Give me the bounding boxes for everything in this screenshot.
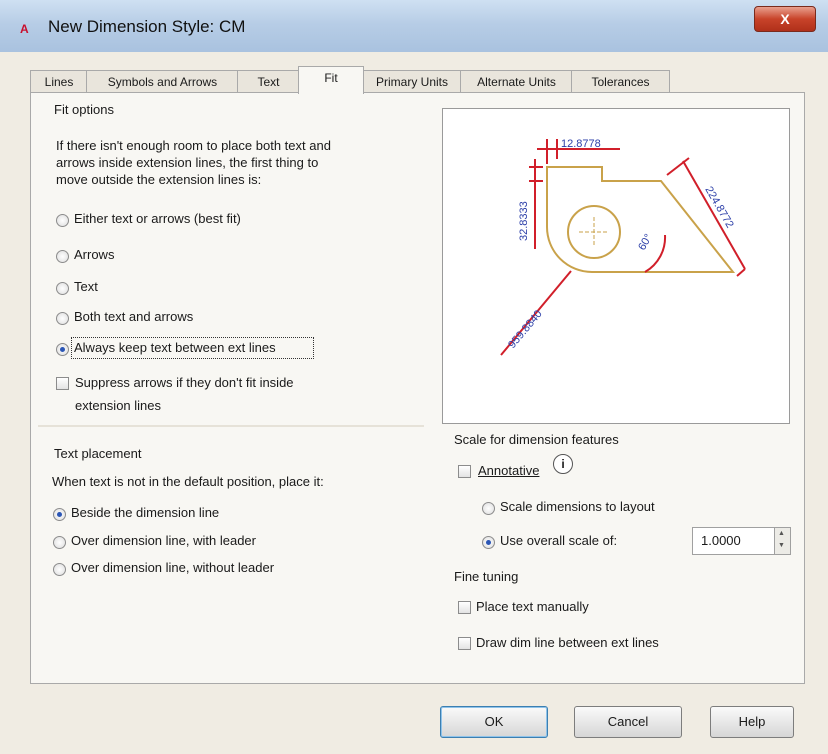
- ok-button[interactable]: OK: [440, 706, 548, 738]
- label-over-with-leader: Over dimension line, with leader: [71, 533, 256, 548]
- label-place-text-manually: Place text manually: [476, 599, 589, 614]
- part-outline: [546, 166, 736, 273]
- angle-label: 60°: [636, 232, 655, 252]
- text-placement-description: When text is not in the default position…: [52, 474, 324, 489]
- dim-line-right: [682, 160, 746, 270]
- spin-up-icon[interactable]: ▲: [778, 530, 785, 537]
- overall-scale-input[interactable]: 1.0000: [692, 527, 776, 555]
- autocad-app-icon: A: [20, 22, 29, 36]
- tab-primary-units[interactable]: Primary Units: [362, 70, 462, 93]
- label-over-without-leader: Over dimension line, without leader: [71, 560, 275, 575]
- overall-scale-value: 1.0000: [701, 533, 741, 548]
- label-draw-dim-line: Draw dim line between ext lines: [476, 635, 659, 650]
- radio-either-text-or-arrows[interactable]: [56, 214, 69, 227]
- dialog-window: A New Dimension Style: CM X Lines Symbol…: [0, 0, 828, 754]
- label-arrows: Arrows: [74, 247, 115, 262]
- scale-title: Scale for dimension features: [454, 432, 619, 447]
- label-scale-to-layout: Scale dimensions to layout: [500, 499, 655, 514]
- radio-both-text-and-arrows[interactable]: [56, 312, 69, 325]
- radio-text[interactable]: [56, 282, 69, 295]
- label-beside-dimension-line: Beside the dimension line: [71, 505, 220, 520]
- radio-arrows[interactable]: [56, 250, 69, 263]
- label-text: Text: [74, 279, 98, 294]
- label-either-text-or-arrows: Either text or arrows (best fit): [74, 211, 241, 226]
- info-icon[interactable]: i: [553, 454, 573, 474]
- fit-options-description-line1: If there isn't enough room to place both…: [56, 138, 331, 153]
- radio-use-overall-scale[interactable]: [482, 536, 495, 549]
- preview-drawing: 12.8778 32.8333 224.8772 60° 959.8840: [500, 138, 746, 356]
- fine-tuning-title: Fine tuning: [454, 569, 519, 584]
- fit-options-title: Fit options: [54, 102, 114, 117]
- checkbox-annotative[interactable]: [458, 465, 471, 478]
- checkbox-place-text-manually[interactable]: [458, 601, 471, 614]
- cancel-button[interactable]: Cancel: [574, 706, 682, 738]
- radio-over-with-leader[interactable]: [53, 536, 66, 549]
- window-title: New Dimension Style: CM: [48, 17, 246, 36]
- tab-tolerances[interactable]: Tolerances: [571, 70, 670, 93]
- label-annotative: Annotative: [478, 463, 540, 478]
- dim-top-label: 12.8778: [561, 138, 601, 150]
- tab-alternate-units[interactable]: Alternate Units: [460, 70, 573, 93]
- radio-beside-dimension-line[interactable]: [53, 508, 66, 521]
- leader-label: 959.8840: [506, 308, 545, 351]
- dim-left-label: 32.8333: [518, 201, 530, 241]
- text-placement-title: Text placement: [54, 446, 142, 461]
- fit-options-description-line3: move outside the extension lines is:: [56, 172, 262, 187]
- spin-down-icon[interactable]: ▼: [778, 542, 785, 549]
- label-use-overall-scale: Use overall scale of:: [500, 533, 618, 548]
- close-button[interactable]: X: [754, 6, 816, 32]
- radio-scale-to-layout[interactable]: [482, 502, 495, 515]
- tab-symbols-and-arrows[interactable]: Symbols and Arrows: [86, 70, 239, 93]
- radio-always-keep-text[interactable]: [56, 343, 69, 356]
- radio-over-without-leader[interactable]: [53, 563, 66, 576]
- overall-scale-spinner[interactable]: ▲ ▼: [774, 527, 791, 555]
- label-always-keep-text: Always keep text between ext lines: [74, 340, 276, 355]
- checkbox-suppress-arrows[interactable]: [56, 377, 69, 390]
- tab-lines[interactable]: Lines: [30, 70, 88, 93]
- dimension-preview: 12.8778 32.8333 224.8772 60° 959.8840: [442, 108, 790, 424]
- checkbox-draw-dim-line[interactable]: [458, 637, 471, 650]
- title-bar[interactable]: A New Dimension Style: CM X: [0, 0, 828, 52]
- ext-line-right-bottom: [736, 268, 746, 277]
- fit-options-description-line2: arrows inside extension lines, the first…: [56, 155, 319, 170]
- tab-text[interactable]: Text: [237, 70, 300, 93]
- tab-fit[interactable]: Fit: [298, 66, 364, 94]
- label-both-text-and-arrows: Both text and arrows: [74, 309, 194, 324]
- label-suppress-arrows-line2: extension lines: [75, 398, 161, 413]
- help-button[interactable]: Help: [710, 706, 794, 738]
- label-suppress-arrows-line1: Suppress arrows if they don't fit inside: [75, 375, 294, 390]
- divider: [38, 425, 424, 427]
